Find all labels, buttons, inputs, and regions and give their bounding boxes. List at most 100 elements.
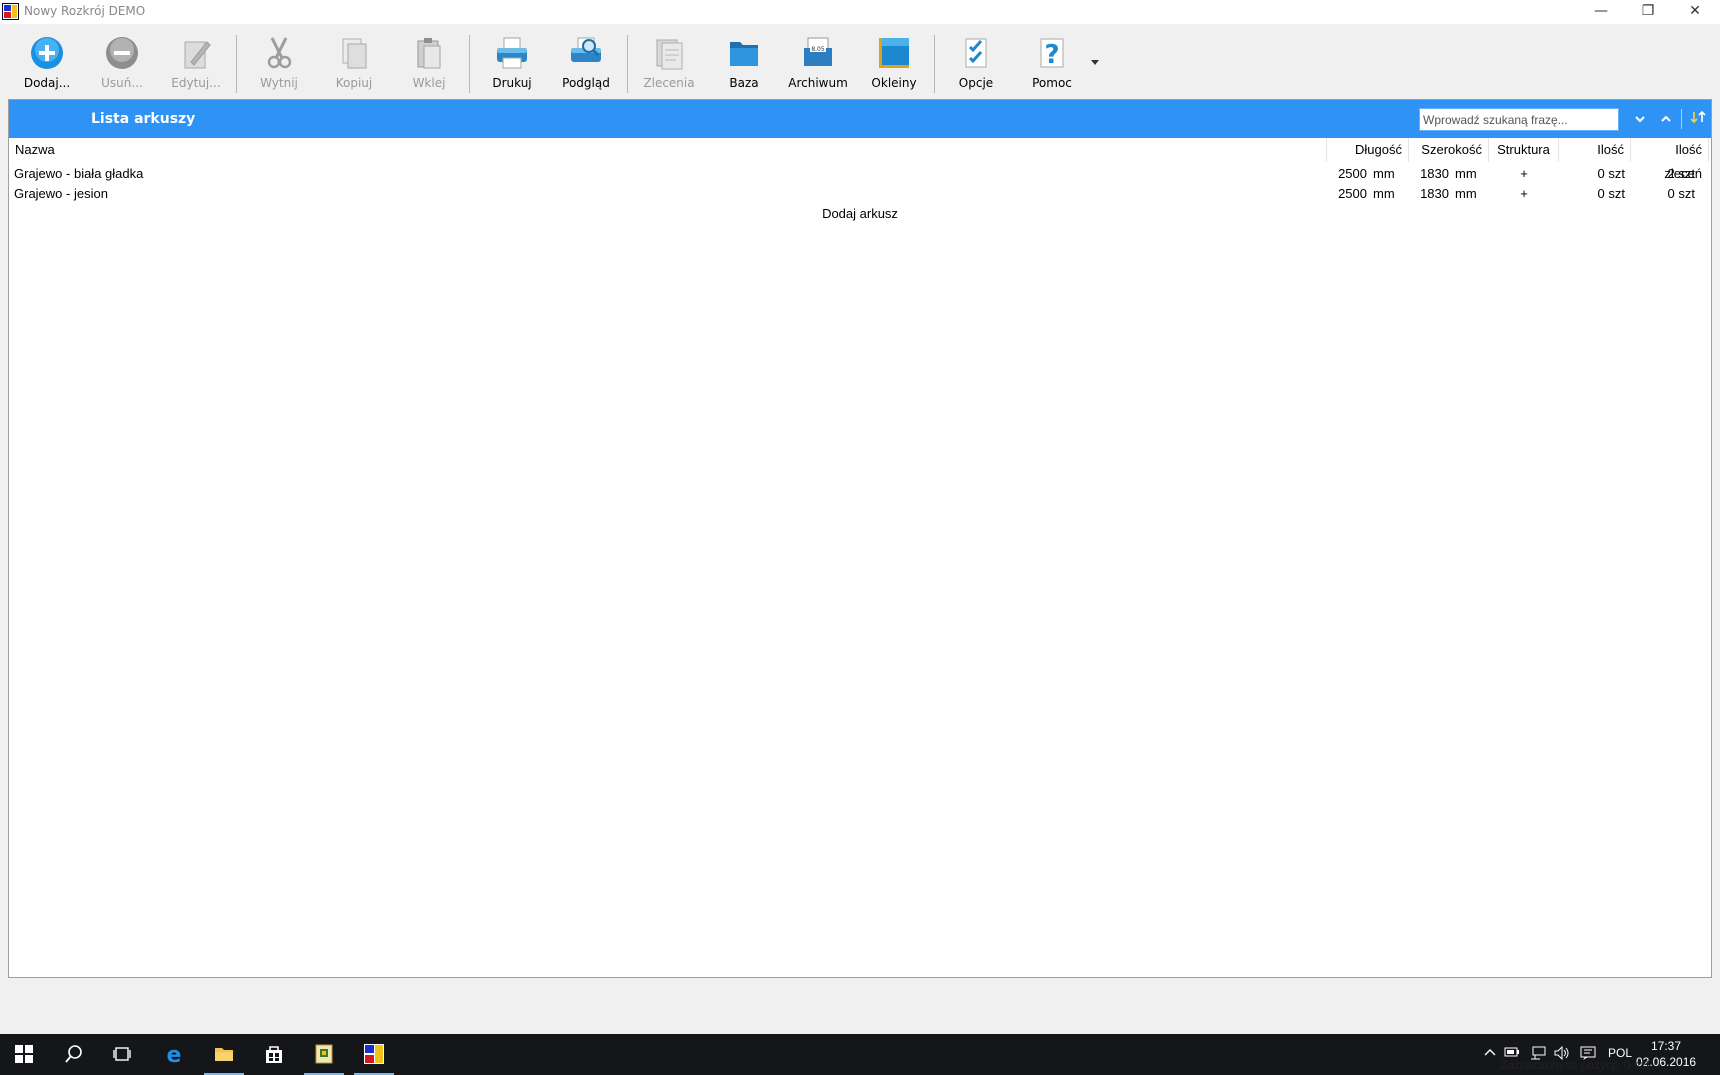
svg-text:e: e	[167, 1044, 182, 1064]
chevron-up-icon[interactable]	[1655, 108, 1677, 130]
paste-icon	[417, 38, 441, 69]
options-button[interactable]: Opcje	[940, 36, 1012, 96]
task-view-button[interactable]	[98, 1034, 146, 1075]
orders-button[interactable]: Zlecenia	[633, 36, 705, 96]
edge-banding-label: Okleiny	[871, 76, 917, 90]
app-icon	[364, 1044, 384, 1064]
file-explorer-button[interactable]	[200, 1034, 248, 1075]
app-taskbar-button-1[interactable]	[300, 1034, 348, 1075]
scissors-icon	[267, 37, 292, 69]
edit-pencil-icon	[184, 41, 211, 69]
taskbar: e POL 17:37 02.06.2016	[0, 1034, 1720, 1075]
search-button[interactable]	[50, 1034, 98, 1075]
cell-name: Grajewo - biała gładka	[14, 166, 144, 181]
search-icon	[65, 1045, 82, 1063]
svg-text:?: ?	[1044, 40, 1059, 70]
copy-icon	[342, 38, 367, 69]
archive-icon: 8.05	[804, 37, 832, 66]
cell-name: Grajewo - jesion	[14, 186, 108, 201]
database-button[interactable]: Baza	[708, 36, 780, 96]
cell-quantity: 0 szt	[1597, 166, 1625, 181]
cut-label: Wytnij	[260, 76, 298, 90]
panel-title: Lista arkuszy	[91, 111, 196, 127]
task-view-icon	[113, 1047, 131, 1061]
cut-button[interactable]: Wytnij	[243, 36, 315, 96]
chevron-down-icon[interactable]	[1629, 108, 1651, 130]
cell-length-unit: mm	[1373, 186, 1395, 201]
paste-label: Wklej	[412, 76, 446, 90]
folder-icon	[730, 42, 758, 66]
help-icon: ?	[1040, 38, 1064, 70]
column-header-orders[interactable]: Ilość zleceń	[1631, 138, 1709, 181]
column-header-name[interactable]: Nazwa	[9, 138, 1327, 162]
toolbar-overflow-dropdown[interactable]	[1091, 60, 1099, 65]
help-label: Pomoc	[1032, 76, 1072, 90]
app-icon	[2, 3, 19, 20]
store-button[interactable]	[250, 1034, 298, 1075]
edge-browser-button[interactable]: e	[150, 1034, 198, 1075]
help-button[interactable]: ? Pomoc	[1016, 36, 1088, 96]
add-sheet-link[interactable]: Dodaj arkusz	[9, 206, 1711, 221]
folder-icon	[215, 1048, 233, 1061]
header-divider	[1681, 109, 1682, 129]
cell-structure: +	[1520, 166, 1528, 181]
paste-button[interactable]: Wklej	[393, 36, 465, 96]
cell-orders: 2 szt	[1667, 166, 1695, 181]
table-row[interactable]: Grajewo - biała gładka 2500 mm 1830 mm +…	[9, 164, 1711, 184]
sheet-list-panel: Lista arkuszy Nazwa Długość Szerokość St…	[8, 99, 1712, 978]
maximize-button[interactable]: ❐	[1625, 0, 1671, 24]
close-button[interactable]: ✕	[1672, 0, 1718, 24]
edit-label: Edytuj...	[171, 76, 221, 90]
toolbar: Dodaj... Usuń... Edytuj... Wytnij Kopiuj	[0, 26, 1720, 98]
app-icon	[315, 1044, 333, 1064]
toolbar-separator	[627, 35, 628, 93]
title-bar: Nowy Rozkrój DEMO — ❐ ✕	[0, 0, 1720, 24]
column-header-structure[interactable]: Struktura	[1489, 138, 1559, 162]
print-preview-icon	[571, 37, 601, 62]
cell-quantity: 0 szt	[1597, 186, 1625, 201]
copy-label: Kopiuj	[335, 76, 373, 90]
options-label: Opcje	[958, 76, 994, 90]
cell-length: 2500	[1338, 186, 1367, 201]
cell-width: 1830	[1420, 186, 1449, 201]
start-button[interactable]	[0, 1034, 48, 1075]
orders-icon	[656, 39, 683, 70]
preview-button[interactable]: Podgląd	[550, 36, 622, 96]
plus-circle-icon	[31, 37, 63, 69]
cell-length-unit: mm	[1373, 166, 1395, 181]
add-button[interactable]: Dodaj...	[11, 36, 83, 96]
chevron-up-icon[interactable]	[1484, 1046, 1496, 1061]
edit-button[interactable]: Edytuj...	[160, 36, 232, 96]
copy-button[interactable]: Kopiuj	[318, 36, 390, 96]
add-label: Dodaj...	[23, 76, 71, 90]
toolbar-separator	[934, 35, 935, 93]
archive-button[interactable]: 8.05 Archiwum	[782, 36, 854, 96]
table-row[interactable]: Grajewo - jesion 2500 mm 1830 mm + 0 szt…	[9, 184, 1711, 204]
cell-width: 1830	[1420, 166, 1449, 181]
app-taskbar-button-2[interactable]	[350, 1034, 398, 1075]
edge-browser-icon: e	[167, 1044, 182, 1064]
column-header-length[interactable]: Długość	[1327, 138, 1409, 162]
column-header-width[interactable]: Szerokość	[1409, 138, 1489, 162]
checklist-icon	[965, 38, 987, 68]
edge-banding-button[interactable]: Okleiny	[858, 36, 930, 96]
cell-orders: 0 szt	[1667, 186, 1695, 201]
search-input[interactable]	[1419, 108, 1619, 131]
orders-label: Zlecenia	[643, 76, 695, 90]
preview-label: Podgląd	[562, 76, 610, 90]
delete-label: Usuń...	[101, 76, 143, 90]
delete-button[interactable]: Usuń...	[86, 36, 158, 96]
minimize-button[interactable]: —	[1578, 0, 1624, 24]
cell-width-unit: mm	[1455, 166, 1477, 181]
toolbar-separator	[469, 35, 470, 93]
selection-status: Zaznaczonych pozycji: 0 szt	[1500, 1058, 1650, 1072]
toolbar-separator	[236, 35, 237, 93]
printer-icon	[497, 37, 527, 69]
column-header-quantity[interactable]: Ilość	[1559, 138, 1631, 162]
print-button[interactable]: Drukuj	[476, 36, 548, 96]
window-title: Nowy Rozkrój DEMO	[24, 4, 146, 18]
clock-time: 17:37	[1650, 1039, 1682, 1053]
sort-icon[interactable]	[1687, 108, 1709, 130]
svg-text:8.05: 8.05	[811, 46, 825, 53]
edge-banding-icon	[879, 38, 909, 68]
